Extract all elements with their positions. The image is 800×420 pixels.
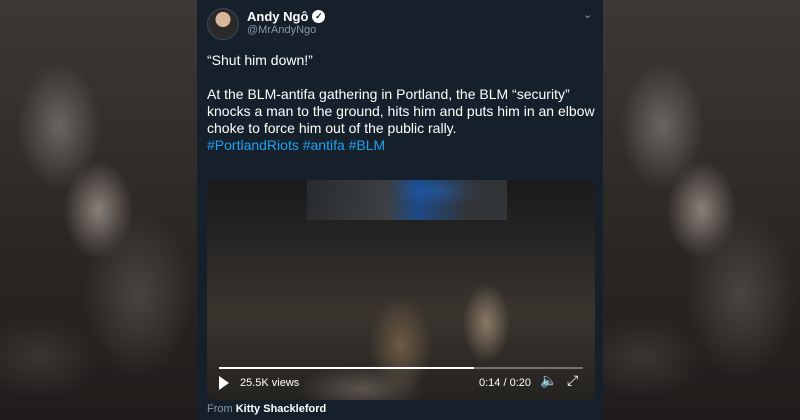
author-handle[interactable]: @MrAndyNgo [247,24,316,36]
tweet-hashtags[interactable]: #PortlandRiots #antifa #BLM [207,137,597,154]
chevron-down-icon[interactable]: ⌄ [583,8,592,21]
video-time: 0:14 / 0:20 [479,377,531,389]
source-prefix: From [207,403,233,415]
play-icon[interactable] [219,376,229,390]
blurred-background-left [0,0,197,420]
fullscreen-icon[interactable]: ⤢ [567,372,578,389]
tweet-body: At the BLM-antifa gathering in Portland,… [207,86,595,136]
video-source: From Kitty Shackleford [207,403,326,415]
tweet-quote: “Shut him down!” [207,52,313,68]
video-progress-fill [219,367,474,369]
author-name-text[interactable]: Andy Ngô [247,9,308,24]
avatar[interactable] [207,8,239,40]
video-player[interactable]: 25.5K views 0:14 / 0:20 🔈 ⤢ [207,180,595,400]
view-count: 25.5K views [240,377,300,389]
volume-icon[interactable]: 🔈 [540,372,557,389]
author-name[interactable]: Andy Ngô ✓ [247,9,326,24]
source-name[interactable]: Kitty Shackleford [236,403,326,415]
video-progress-bar[interactable] [219,367,583,369]
verified-icon: ✓ [312,10,326,23]
tweet-card: Andy Ngô ✓ @MrAndyNgo ⌄ “Shut him down!”… [197,0,603,420]
blurred-background-right [603,0,800,420]
video-frame-scene [307,180,507,220]
tweet-text: “Shut him down!” At the BLM-antifa gathe… [207,52,597,154]
